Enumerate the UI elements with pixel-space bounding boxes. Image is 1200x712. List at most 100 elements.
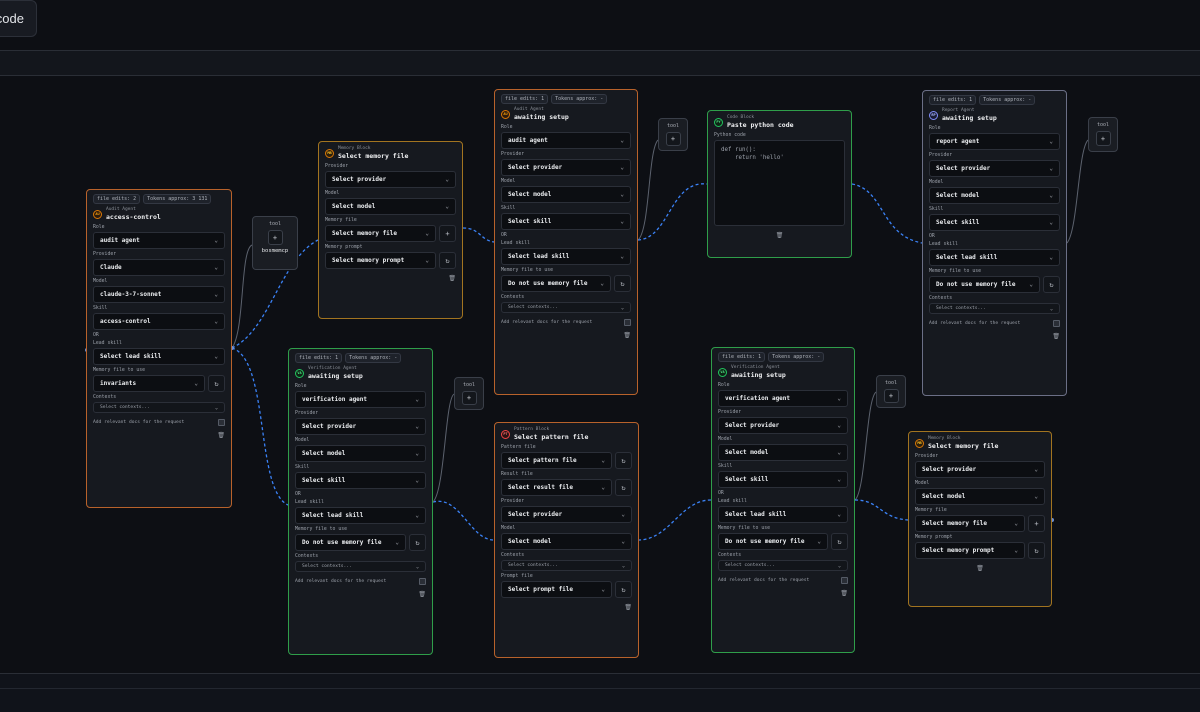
model-select[interactable]: Select model ⌄ [929,187,1060,204]
trash-icon[interactable]: 🗑 [840,590,848,597]
trash-icon[interactable]: 🗑 [448,275,456,282]
audit-agent-node[interactable]: file edits: 2 Tokens approx: 3 131 AU Au… [86,189,232,508]
model-select[interactable]: Select model ⌄ [718,444,848,461]
provider-select[interactable]: Select provider ⌄ [501,506,632,523]
role-select[interactable]: report agent ⌄ [929,133,1060,150]
memory-file-label: Memory file to use [295,527,347,532]
plus-icon[interactable]: + [1095,131,1111,146]
provider-select[interactable]: Select provider ⌄ [325,171,456,188]
trash-icon[interactable]: 🗑 [1052,333,1060,340]
refresh-icon[interactable]: ↻ [439,252,456,269]
model-select[interactable]: Select model ⌄ [325,198,456,215]
memory-file-select[interactable]: invariants ⌄ [93,375,205,392]
tool-item[interactable]: bosmemcp [262,248,289,254]
memory-file-select[interactable]: Do not use memory file ⌄ [929,276,1040,293]
refresh-icon[interactable]: ↻ [1028,542,1045,559]
memory-block-node[interactable]: MB Memory Block Select memory file Provi… [908,431,1052,607]
role-select[interactable]: verification agent ⌄ [295,391,426,408]
result-file-select[interactable]: Select result file ⌄ [501,479,612,496]
contexts-select[interactable]: Select contexts... ⌄ [501,560,632,571]
refresh-icon[interactable]: ↻ [208,375,225,392]
skill-select[interactable]: Select skill ⌄ [929,214,1060,231]
provider-select[interactable]: Select provider ⌄ [295,418,426,435]
code-button[interactable]: code [0,0,37,37]
add-docs-checkbox[interactable] [419,578,426,585]
model-select[interactable]: Select model ⌄ [295,445,426,462]
python-code-editor[interactable]: def run(): return 'hello' [714,140,845,226]
role-select[interactable]: verification agent ⌄ [718,390,848,407]
model-select[interactable]: Select model ⌄ [501,533,632,550]
provider-select[interactable]: Claude ⌄ [93,259,225,276]
memory-block-node[interactable]: MB Memory Block Select memory file Provi… [318,141,463,319]
lead-skill-select[interactable]: Select lead skill ⌄ [93,348,225,365]
memory-file-select[interactable]: Select memory file ⌄ [325,225,436,242]
verification-agent-node[interactable]: file edits: 1 Tokens approx: - VA Verifi… [288,348,433,655]
contexts-select[interactable]: Select contexts... ⌄ [93,402,225,413]
trash-icon[interactable]: 🗑 [217,432,225,439]
plus-icon[interactable]: + [267,230,283,245]
memory-file-select[interactable]: Do not use memory file ⌄ [295,534,406,551]
plus-icon[interactable]: + [1028,515,1045,532]
memory-prompt-select[interactable]: Select memory prompt ⌄ [325,252,436,269]
refresh-icon[interactable]: ↻ [615,581,632,598]
contexts-select[interactable]: Select contexts... ⌄ [295,561,426,572]
add-docs-checkbox[interactable] [1053,320,1060,327]
report-agent-node[interactable]: file edits: 1 Tokens approx: - RP Report… [922,90,1067,396]
plus-icon[interactable]: + [665,132,681,146]
plus-icon[interactable]: + [883,389,899,403]
skill-select[interactable]: Select skill ⌄ [501,213,631,230]
contexts-select[interactable]: Select contexts... ⌄ [929,303,1060,314]
trash-icon[interactable]: 🗑 [976,565,984,572]
memory-file-select[interactable]: Do not use memory file ⌄ [501,275,611,292]
pattern-file-select[interactable]: Select pattern file ⌄ [501,452,612,469]
contexts-select[interactable]: Select contexts... ⌄ [501,302,631,313]
role-select[interactable]: audit agent ⌄ [93,232,225,249]
refresh-icon[interactable]: ↻ [1043,276,1060,293]
chevron-down-icon: ⌄ [1049,138,1053,145]
lead-skill-select[interactable]: Select lead skill ⌄ [295,507,426,524]
audit-agent-node[interactable]: file edits: 1 Tokens approx: - AU Audit … [494,89,638,395]
provider-select[interactable]: Select provider ⌄ [501,159,631,176]
trash-icon[interactable]: 🗑 [418,591,426,598]
contexts-select[interactable]: Select contexts... ⌄ [718,560,848,571]
provider-select[interactable]: Select provider ⌄ [718,417,848,434]
tool-panel: tool + [454,377,484,410]
provider-select[interactable]: Select provider ⌄ [915,461,1045,478]
plus-icon[interactable]: + [439,225,456,242]
model-select[interactable]: Select model ⌄ [501,186,631,203]
trash-icon[interactable]: 🗑 [776,232,784,239]
skill-select[interactable]: Select skill ⌄ [295,472,426,489]
skill-select[interactable]: Select skill ⌄ [718,471,848,488]
role-label: Role [295,384,307,389]
lead-skill-select[interactable]: Select lead skill ⌄ [718,506,848,523]
add-docs-checkbox[interactable] [624,319,631,326]
add-docs-note: Add relevant docs for the request [718,578,810,583]
refresh-icon[interactable]: ↻ [615,452,632,469]
refresh-icon[interactable]: ↻ [409,534,426,551]
skill-select[interactable]: access-control ⌄ [93,313,225,330]
refresh-icon[interactable]: ↻ [614,275,631,292]
memory-prompt-select[interactable]: Select memory prompt ⌄ [915,542,1025,559]
trash-icon[interactable]: 🗑 [624,604,632,611]
add-docs-checkbox[interactable] [841,577,848,584]
verification-agent-node[interactable]: file edits: 1 Tokens approx: - VA Verifi… [711,347,855,653]
prompt-file-select[interactable]: Select prompt file ⌄ [501,581,612,598]
model-select[interactable]: claude-3-7-sonnet ⌄ [93,286,225,303]
pattern-block-node[interactable]: PT Pattern Block Select pattern file Pat… [494,422,639,658]
code-block-node[interactable]: PY Code Block Paste python code Python c… [707,110,852,258]
trash-icon[interactable]: 🗑 [623,332,631,339]
provider-select[interactable]: Select provider ⌄ [929,160,1060,177]
memory-file-select[interactable]: Do not use memory file ⌄ [718,533,828,550]
skill-label: Skill [501,206,516,211]
lead-skill-select[interactable]: Select lead skill ⌄ [501,248,631,265]
lead-skill-select[interactable]: Select lead skill ⌄ [929,249,1060,266]
refresh-icon[interactable]: ↻ [831,533,848,550]
model-label: Model [915,481,930,486]
refresh-icon[interactable]: ↻ [615,479,632,496]
model-select[interactable]: Select model ⌄ [915,488,1045,505]
plus-icon[interactable]: + [461,391,477,405]
add-docs-checkbox[interactable] [218,419,225,426]
contexts-label: Contexts [718,553,742,558]
memory-file-select[interactable]: Select memory file ⌄ [915,515,1025,532]
role-select[interactable]: audit agent ⌄ [501,132,631,149]
